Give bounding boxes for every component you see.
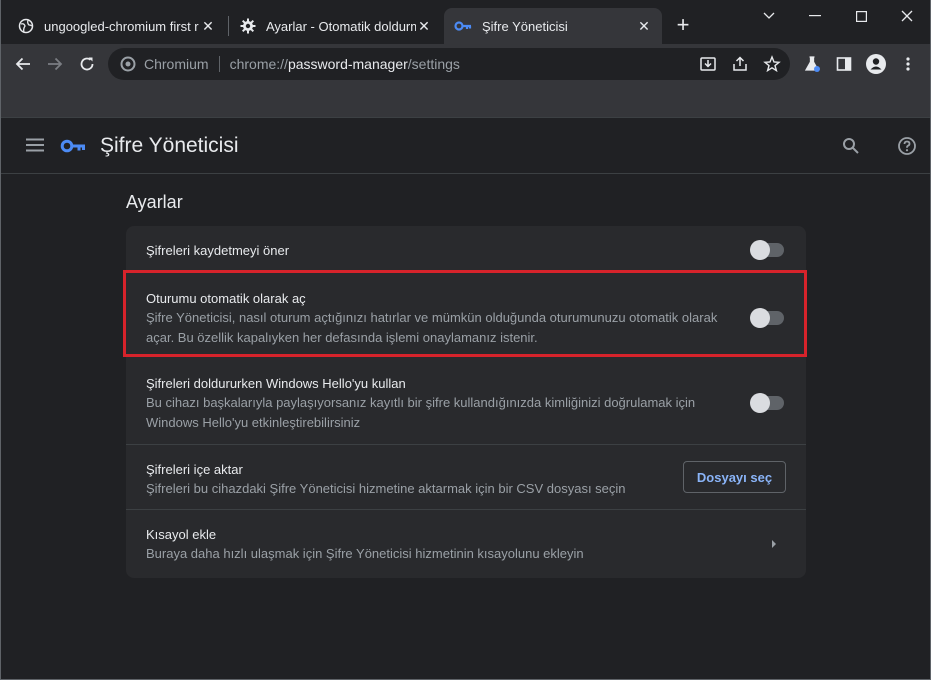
close-icon[interactable]: ✕ (636, 18, 652, 34)
key-icon (454, 18, 472, 34)
key-icon (60, 138, 86, 154)
setting-title: Oturumu otomatik olarak aç (146, 291, 306, 306)
choose-file-button[interactable]: Dosyayı seç (683, 461, 786, 493)
toggle-knob (750, 240, 770, 260)
hamburger-menu-icon[interactable] (26, 138, 44, 152)
chromium-icon[interactable] (120, 56, 136, 72)
search-icon[interactable] (842, 137, 860, 155)
back-button[interactable] (11, 52, 35, 76)
globe-icon (18, 18, 34, 34)
auto-signin-toggle[interactable] (750, 308, 784, 328)
url-host: password-manager (287, 56, 408, 72)
tab-ayarlar[interactable]: Ayarlar - Otomatik doldurma ✕ (230, 8, 442, 44)
experiments-flask-icon[interactable] (800, 52, 824, 76)
omnibox-separator (218, 56, 220, 72)
site-name: Chromium (144, 56, 209, 72)
tab-label: Ayarlar - Otomatik doldurma (266, 18, 416, 34)
page-header: Şifre Yöneticisi (0, 118, 931, 174)
url-text: chrome://password-manager/settings (230, 56, 460, 72)
help-icon[interactable] (897, 136, 917, 156)
share-icon[interactable] (728, 52, 752, 76)
section-title: Ayarlar (126, 192, 183, 212)
setting-title: Kısayol ekle (146, 527, 217, 542)
tab-separator (228, 16, 229, 36)
setting-row-import: Şifreleri içe aktar Şifreleri bu cihazda… (126, 444, 806, 509)
setting-title: Şifreleri doldururken Windows Hello'yu k… (146, 376, 406, 391)
setting-description: Şifreleri bu cihazdaki Şifre Yöneticisi … (146, 481, 626, 496)
install-app-icon[interactable] (696, 52, 720, 76)
tab-label: Şifre Yöneticisi (482, 18, 568, 34)
close-window-button[interactable] (884, 4, 930, 28)
address-bar[interactable]: Chromium chrome://password-manager/setti… (108, 48, 790, 80)
gear-icon (240, 18, 256, 34)
setting-title: Şifreleri kaydetmeyi öner (146, 243, 290, 258)
tab-ungoogled[interactable]: ungoogled-chromium first r ✕ (8, 8, 226, 44)
setting-row-auto-signin: Oturumu otomatik olarak aç Şifre Yönetic… (126, 272, 806, 356)
url-path: /settings (407, 56, 460, 72)
url-scheme: chrome:// (229, 56, 288, 72)
setting-row-windows-hello: Şifreleri doldururken Windows Hello'yu k… (126, 356, 806, 444)
close-icon[interactable]: ✕ (416, 18, 432, 34)
profile-avatar-icon[interactable] (864, 52, 888, 76)
tab-sifre-yoneticisi[interactable]: Şifre Yöneticisi ✕ (444, 8, 662, 44)
settings-card: Şifreleri kaydetmeyi öner Oturumu otomat… (126, 226, 806, 578)
reload-button[interactable] (75, 52, 99, 76)
chevron-right-icon (770, 538, 778, 552)
setting-description: Buraya daha hızlı ulaşmak için Şifre Yön… (146, 546, 584, 561)
maximize-button[interactable] (838, 4, 884, 28)
setting-description: Bu cihazı başkalarıyla paylaşıyorsanız k… (146, 395, 696, 430)
close-icon[interactable]: ✕ (200, 18, 216, 34)
toggle-knob (750, 308, 770, 328)
setting-row-add-shortcut[interactable]: Kısayol ekle Buraya daha hızlı ulaşmak i… (126, 509, 806, 578)
setting-description: Şifre Yöneticisi, nasıl oturum açtığınız… (146, 310, 718, 345)
new-tab-button[interactable]: + (672, 12, 694, 37)
forward-button[interactable] (43, 52, 67, 76)
offer-save-toggle[interactable] (750, 240, 784, 260)
page-title: Şifre Yöneticisi (100, 134, 239, 157)
tab-search-icon[interactable] (746, 4, 792, 28)
tab-strip: ungoogled-chromium first r ✕ Ayarlar - O… (0, 0, 931, 48)
windows-hello-toggle[interactable] (750, 393, 784, 413)
toolbar: Chromium chrome://password-manager/setti… (0, 44, 931, 84)
setting-title: Şifreleri içe aktar (146, 462, 243, 477)
side-panel-icon[interactable] (832, 52, 856, 76)
menu-kebab-icon[interactable] (896, 52, 920, 76)
toggle-knob (750, 393, 770, 413)
bookmark-star-icon[interactable] (760, 52, 784, 76)
tab-label: ungoogled-chromium first r (44, 18, 199, 34)
bookmark-bar (0, 84, 931, 118)
setting-row-offer-save: Şifreleri kaydetmeyi öner (126, 226, 806, 272)
minimize-button[interactable] (792, 4, 838, 28)
window-frame-left (0, 0, 1, 680)
